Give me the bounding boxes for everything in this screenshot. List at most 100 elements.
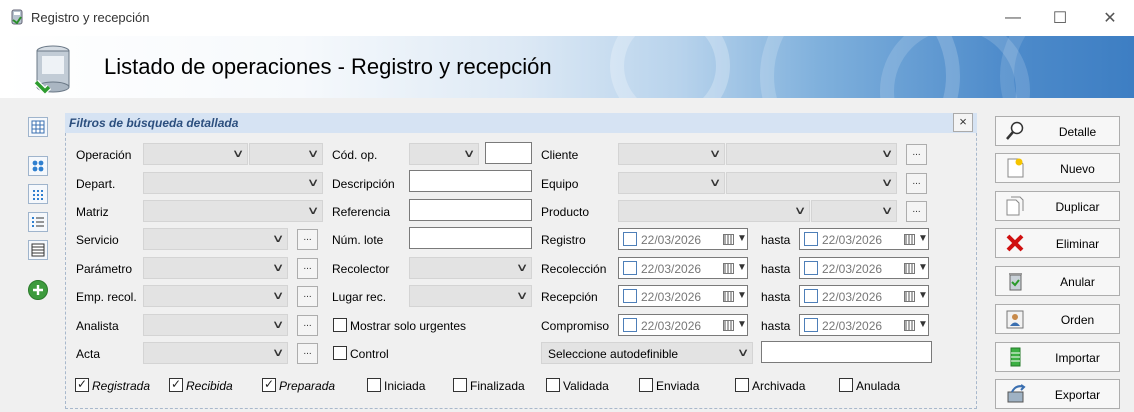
producto-browse-button[interactable]: ... xyxy=(906,201,927,222)
minimize-button[interactable]: — xyxy=(990,4,1036,32)
orden-button[interactable]: Orden xyxy=(995,304,1120,334)
emp-recol-select[interactable]: ∨ xyxy=(143,285,288,307)
lugar-rec-select[interactable]: ∨ xyxy=(409,285,532,307)
cod-op-input[interactable] xyxy=(485,142,532,164)
recoleccion-to-date[interactable]: 22/03/2026 ▼ xyxy=(799,257,929,279)
compromiso-to-checkbox[interactable] xyxy=(804,318,818,332)
urgentes-checkbox[interactable] xyxy=(333,318,347,332)
compromiso-to-date[interactable]: 22/03/2026 ▼ xyxy=(799,314,929,336)
depart-select[interactable]: ∨ xyxy=(143,172,323,194)
emp-recol-browse-button[interactable]: ... xyxy=(297,286,318,307)
equipo-select-2[interactable]: ∨ xyxy=(726,172,897,194)
recoleccion-from-checkbox[interactable] xyxy=(623,261,637,275)
acta-browse-button[interactable]: ... xyxy=(297,343,318,364)
grid-view-button[interactable] xyxy=(28,117,48,137)
compromiso-from-checkbox[interactable] xyxy=(623,318,637,332)
state-checkbox[interactable] xyxy=(735,378,749,392)
equipo-select-1[interactable]: ∨ xyxy=(618,172,725,194)
list-icon xyxy=(32,217,44,227)
exportar-button[interactable]: Exportar xyxy=(995,379,1120,409)
label-num-lote: Núm. lote xyxy=(332,233,384,247)
label-hasta-compromiso: hasta xyxy=(761,319,791,333)
details-view-button[interactable] xyxy=(28,240,48,260)
operacion-select-1[interactable]: ∨ xyxy=(143,143,248,165)
servicio-browse-button[interactable]: ... xyxy=(297,229,318,250)
registro-to-checkbox[interactable] xyxy=(804,232,818,246)
compromiso-from-date[interactable]: 22/03/2026 ▼ xyxy=(618,314,748,336)
registro-to-date[interactable]: 22/03/2026 ▼ xyxy=(799,228,929,250)
analista-select[interactable]: ∨ xyxy=(143,314,288,336)
state-label: Validada xyxy=(563,379,609,393)
user-card-icon xyxy=(1006,310,1024,329)
state-checkbox[interactable] xyxy=(546,378,560,392)
calendar-icon[interactable] xyxy=(904,320,915,331)
analista-browse-button[interactable]: ... xyxy=(297,315,318,336)
control-checkbox[interactable] xyxy=(333,346,347,360)
state-checkbox[interactable] xyxy=(367,378,381,392)
parametro-select[interactable]: ∨ xyxy=(143,257,288,279)
maximize-button[interactable]: ☐ xyxy=(1037,4,1083,32)
parametro-browse-button[interactable]: ... xyxy=(297,258,318,279)
eliminar-button[interactable]: Eliminar xyxy=(995,228,1120,258)
state-checkbox[interactable] xyxy=(453,378,467,392)
label-descripcion: Descripción xyxy=(332,177,395,191)
state-checkbox[interactable] xyxy=(75,377,89,392)
recepcion-to-checkbox[interactable] xyxy=(804,289,818,303)
autodefinible-select[interactable]: Seleccione autodefinible ∨ xyxy=(541,342,753,364)
small-icons-button[interactable] xyxy=(28,184,48,204)
label-depart: Depart. xyxy=(76,177,116,191)
state-checkbox[interactable] xyxy=(262,377,276,392)
add-filter-button[interactable] xyxy=(28,280,48,300)
num-lote-input[interactable] xyxy=(409,227,532,249)
state-label: Enviada xyxy=(656,379,700,393)
nuevo-button[interactable]: Nuevo xyxy=(995,153,1120,183)
referencia-input[interactable] xyxy=(409,199,532,221)
calendar-icon[interactable] xyxy=(723,263,734,274)
equipo-browse-button[interactable]: ... xyxy=(906,173,927,194)
recepcion-from-checkbox[interactable] xyxy=(623,289,637,303)
recepcion-from-date[interactable]: 22/03/2026 ▼ xyxy=(618,285,748,307)
page-title: Listado de operaciones - Registro y rece… xyxy=(104,54,552,79)
calendar-icon[interactable] xyxy=(904,291,915,302)
state-checkbox[interactable] xyxy=(839,378,853,392)
large-icons-button[interactable] xyxy=(28,156,48,176)
close-filters-button[interactable]: × xyxy=(953,113,973,132)
urgentes-label: Mostrar solo urgentes xyxy=(350,319,467,333)
calendar-icon[interactable] xyxy=(904,234,915,245)
state-label: Recibida xyxy=(186,379,233,393)
acta-select[interactable]: ∨ xyxy=(143,342,288,364)
state-checkbox[interactable] xyxy=(639,378,653,392)
label-parametro: Parámetro xyxy=(76,262,133,276)
cliente-select-1[interactable]: ∨ xyxy=(618,143,725,165)
operacion-select-2[interactable]: ∨ xyxy=(249,143,323,165)
producto-select-1[interactable]: ∨ xyxy=(618,200,810,222)
copy-icon xyxy=(1006,196,1024,216)
matriz-select[interactable]: ∨ xyxy=(143,200,323,222)
importar-button[interactable]: Importar xyxy=(995,342,1120,372)
close-window-button[interactable]: ✕ xyxy=(1087,4,1133,32)
registro-from-checkbox[interactable] xyxy=(623,232,637,246)
cod-op-select[interactable]: ∨ xyxy=(409,143,479,165)
descripcion-input[interactable] xyxy=(409,170,532,192)
recepcion-to-date[interactable]: 22/03/2026 ▼ xyxy=(799,285,929,307)
calendar-icon[interactable] xyxy=(723,320,734,331)
cliente-browse-button[interactable]: ... xyxy=(906,144,927,165)
recoleccion-from-date[interactable]: 22/03/2026 ▼ xyxy=(618,257,748,279)
autodefinible-value-input[interactable] xyxy=(761,341,932,363)
registro-from-date[interactable]: 22/03/2026 ▼ xyxy=(618,228,748,250)
calendar-icon[interactable] xyxy=(723,291,734,302)
detalle-button[interactable]: Detalle xyxy=(995,116,1120,146)
servicio-select[interactable]: ∨ xyxy=(143,228,288,250)
recoleccion-to-checkbox[interactable] xyxy=(804,261,818,275)
recolector-select[interactable]: ∨ xyxy=(409,257,532,279)
producto-select-2[interactable]: ∨ xyxy=(811,200,897,222)
calendar-icon[interactable] xyxy=(723,234,734,245)
calendar-icon[interactable] xyxy=(904,263,915,274)
state-checkbox[interactable] xyxy=(169,377,183,392)
label-compromiso: Compromiso xyxy=(541,319,610,333)
anular-button[interactable]: Anular xyxy=(995,266,1120,296)
title-bar: Registro y recepción — ☐ ✕ xyxy=(0,0,1134,36)
cliente-select-2[interactable]: ∨ xyxy=(726,143,897,165)
duplicar-button[interactable]: Duplicar xyxy=(995,191,1120,221)
list-view-button[interactable] xyxy=(28,212,48,232)
